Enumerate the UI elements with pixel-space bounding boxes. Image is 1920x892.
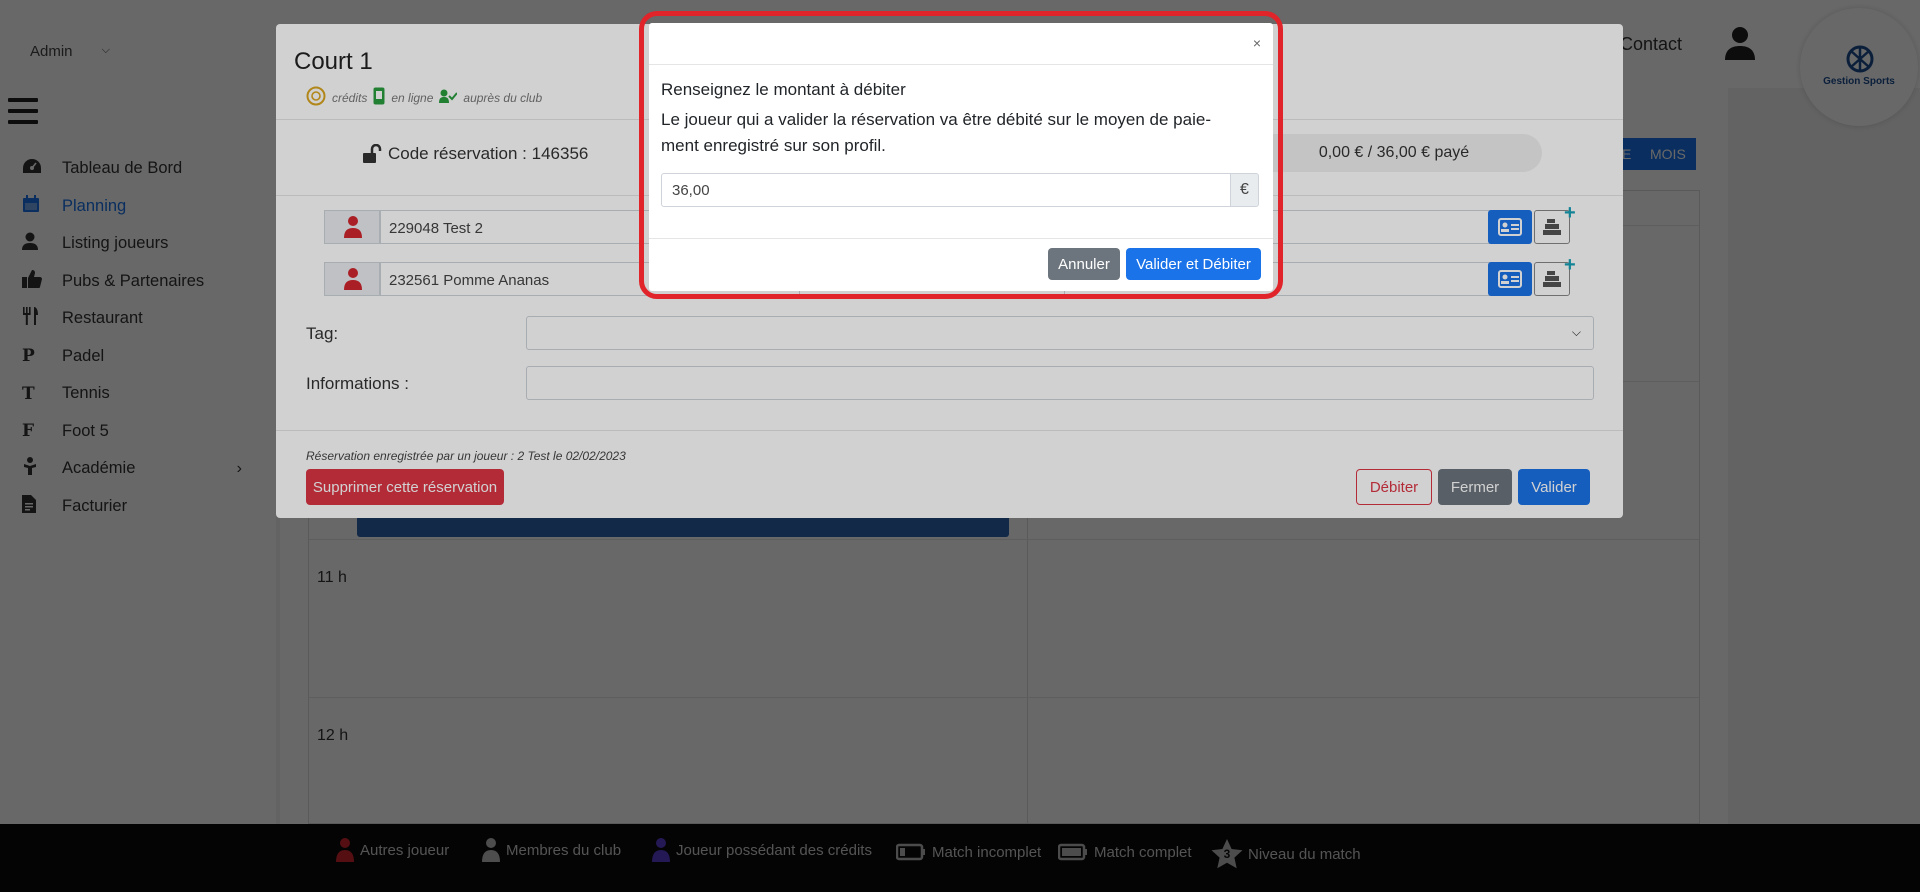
debit-modal-description: Le joueur qui a valider la réservation v…: [661, 110, 1211, 155]
debit-modal-title: Renseignez le montant à débiter: [661, 80, 906, 99]
debit-modal-body: Renseignez le montant à débiter Le joueu…: [649, 65, 1273, 239]
debit-amount-modal: × Renseignez le montant à débiter Le jou…: [649, 23, 1273, 291]
close-icon[interactable]: ×: [1253, 35, 1261, 51]
amount-input[interactable]: [661, 173, 1231, 207]
validate-and-debit-button[interactable]: Valider et Débiter: [1126, 248, 1261, 280]
debit-modal-header: ×: [649, 23, 1273, 65]
cancel-button[interactable]: Annuler: [1048, 248, 1120, 280]
currency-addon: €: [1230, 173, 1259, 207]
